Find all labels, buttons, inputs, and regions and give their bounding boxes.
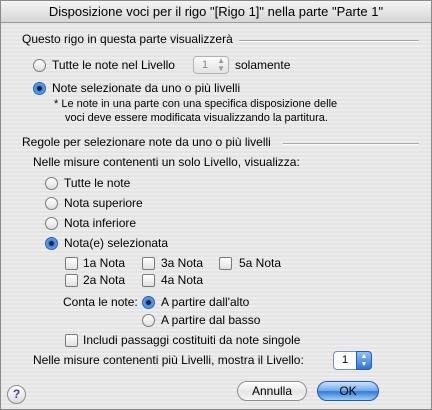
window-title: Disposizione voci per il rigo "[Rigo 1]"… bbox=[1, 1, 431, 23]
checkbox-include-single-notes[interactable] bbox=[65, 334, 78, 347]
info-note-line-2: voci deve essere modificata visualizzand… bbox=[65, 112, 328, 124]
single-layer-label: Nelle misure contenenti un solo Livello,… bbox=[33, 155, 300, 169]
select-arrows-icon: ▲ ▼ bbox=[356, 351, 372, 370]
radio-bottom-note-label: Nota inferiore bbox=[64, 216, 137, 230]
checkbox-note-2-label: 2a Nota bbox=[83, 273, 126, 287]
radio-count-from-top-label: A partire dall'alto bbox=[161, 295, 250, 309]
radio-selected-notes-label: Note selezionate da uno o più livelli bbox=[52, 81, 241, 95]
checkbox-include-single-notes-label: Includi passaggi costituiti da note sing… bbox=[83, 333, 301, 347]
cancel-button[interactable]: Annulla bbox=[237, 381, 307, 401]
layer-stepper[interactable]: 1 ▲ ▼ bbox=[193, 56, 229, 74]
radio-all-notes-in-layer-label: Tutte le note nel Livello bbox=[52, 58, 175, 72]
radio-bottom-note[interactable] bbox=[45, 217, 58, 230]
multi-layer-label: Nelle misure contenenti più Livelli, mos… bbox=[33, 353, 304, 367]
checkbox-note-1-label: 1a Nota bbox=[83, 256, 126, 270]
multi-layer-select-value: 1 bbox=[342, 354, 349, 366]
radio-all-notes-in-layer[interactable] bbox=[33, 59, 46, 72]
only-label: solamente bbox=[235, 58, 291, 72]
info-note-line-1: * Le note in una parte con una specifica… bbox=[54, 98, 338, 110]
checkbox-note-1[interactable] bbox=[65, 257, 78, 270]
radio-all-notes-label: Tutte le note bbox=[64, 176, 131, 190]
radio-selected-note-label: Nota(e) selezionata bbox=[64, 236, 169, 250]
checkbox-note-2[interactable] bbox=[65, 274, 78, 287]
radio-selected-notes[interactable] bbox=[33, 82, 46, 95]
checkbox-note-4-label: 4a Nota bbox=[161, 273, 204, 287]
rules-group-separator bbox=[283, 143, 419, 145]
stepper-arrows-icon: ▲ ▼ bbox=[217, 56, 225, 73]
radio-top-note[interactable] bbox=[45, 197, 58, 210]
checkbox-note-4[interactable] bbox=[142, 274, 155, 287]
multi-layer-select[interactable]: 1 ▲ ▼ bbox=[333, 351, 372, 370]
radio-count-from-bottom-label: A partire dal basso bbox=[161, 313, 261, 327]
checkbox-note-3[interactable] bbox=[142, 257, 155, 270]
checkbox-note-5[interactable] bbox=[219, 257, 232, 270]
checkbox-note-3-label: 3a Nota bbox=[161, 256, 204, 270]
ok-button[interactable]: OK bbox=[317, 381, 379, 401]
rules-group-title: Regole per selezionare note da uno o più… bbox=[22, 135, 271, 149]
checkbox-note-5-label: 5a Nota bbox=[239, 256, 282, 270]
radio-selected-note[interactable] bbox=[45, 237, 58, 250]
layer-stepper-value: 1 bbox=[202, 59, 209, 71]
radio-all-notes[interactable] bbox=[45, 177, 58, 190]
help-button[interactable]: ? bbox=[7, 385, 26, 404]
display-group-separator bbox=[239, 40, 419, 42]
display-group-title: Questo rigo in questa parte visualizzerà bbox=[22, 32, 233, 46]
radio-top-note-label: Nota superiore bbox=[64, 196, 143, 210]
radio-count-from-bottom[interactable] bbox=[142, 314, 155, 327]
radio-count-from-top[interactable] bbox=[142, 296, 155, 309]
dialog-window: Disposizione voci per il rigo "[Rigo 1]"… bbox=[0, 0, 432, 410]
count-notes-label: Conta le note: bbox=[63, 295, 138, 309]
